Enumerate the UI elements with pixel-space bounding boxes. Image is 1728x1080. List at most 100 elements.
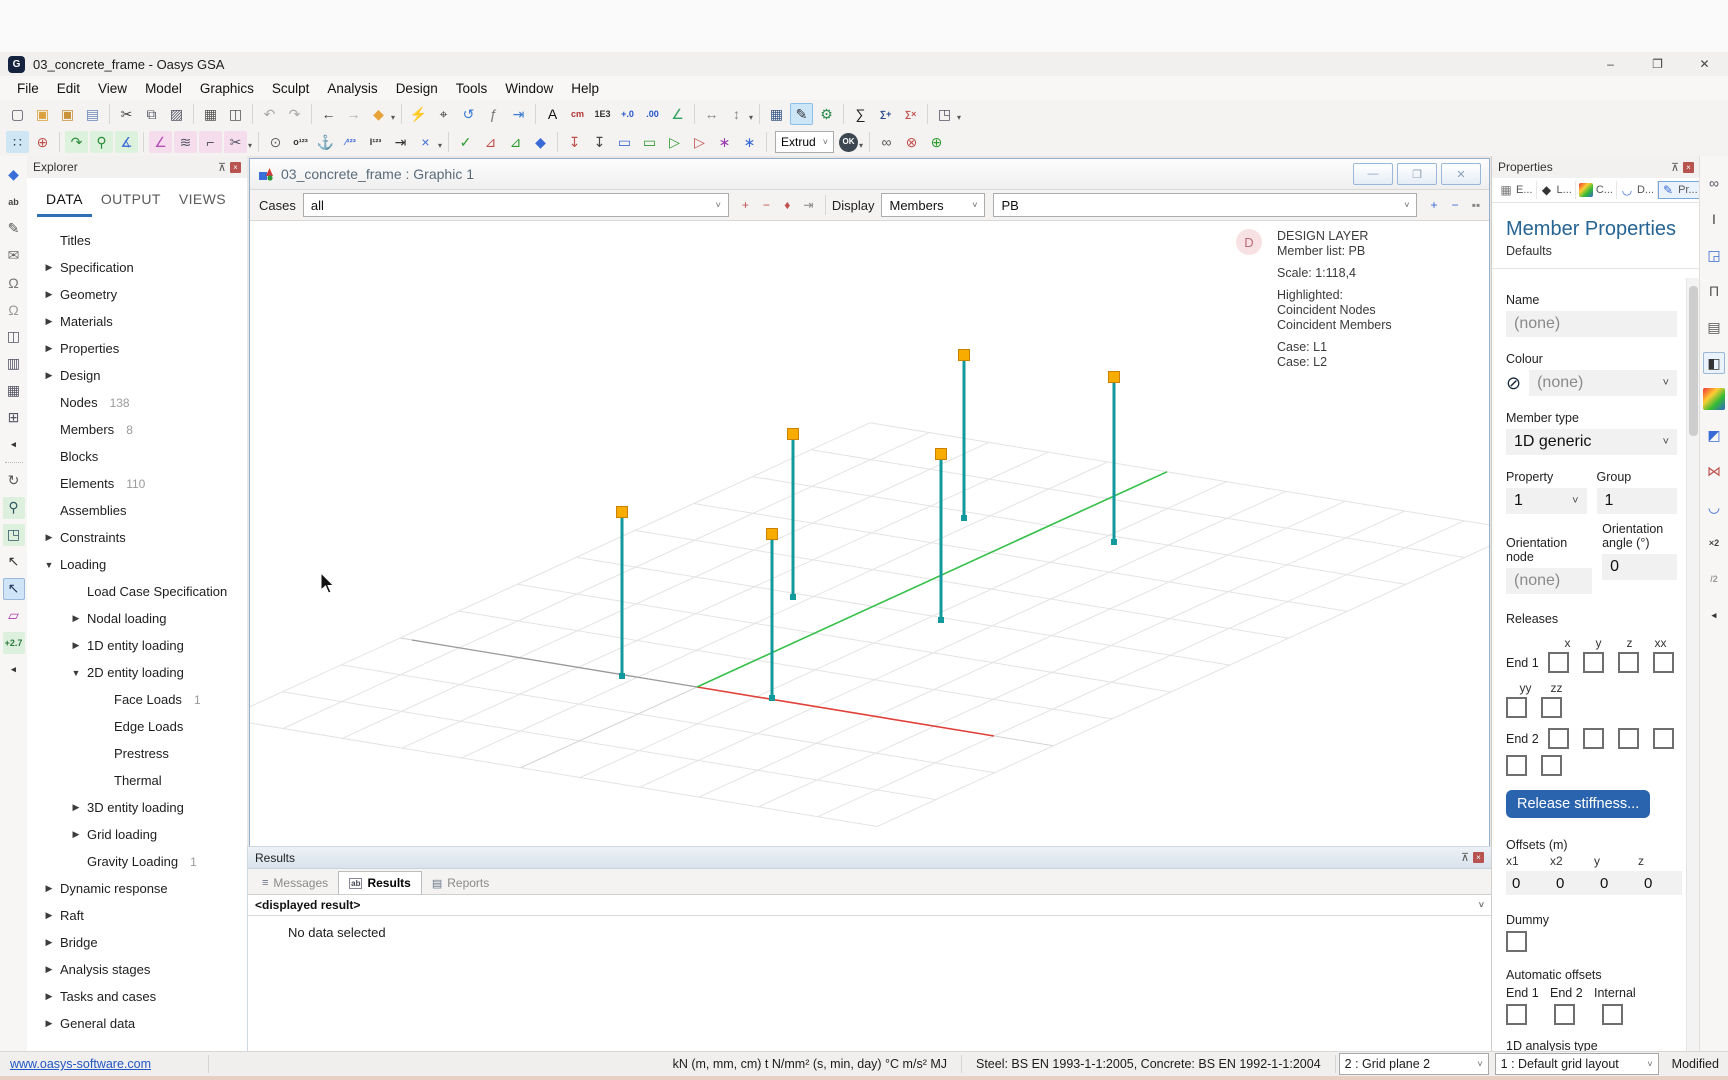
lock-icon[interactable]: Ω bbox=[3, 272, 25, 294]
case-remove-button[interactable]: − bbox=[756, 198, 777, 212]
tree-item-members[interactable]: Members8 bbox=[27, 416, 247, 443]
entity-add-button[interactable]: + bbox=[1423, 198, 1444, 212]
tree-item-general-data[interactable]: ▶General data bbox=[27, 1010, 247, 1037]
displayed-result-combo[interactable]: <displayed result> ˅ bbox=[248, 895, 1491, 916]
end2-release-checkbox[interactable] bbox=[1618, 728, 1639, 749]
paintbrush-icon[interactable]: ◆ bbox=[367, 103, 390, 125]
minimize-button[interactable]: – bbox=[1587, 52, 1634, 76]
tree-item-edge-loads[interactable]: Edge Loads bbox=[27, 713, 247, 740]
multi-load-blue-icon[interactable]: ∗ bbox=[738, 131, 761, 153]
patch-load-icon[interactable]: ▭ bbox=[613, 131, 636, 153]
entity-remove-button[interactable]: − bbox=[1444, 198, 1465, 212]
wand-icon[interactable]: ⚡ bbox=[407, 103, 430, 125]
menu-graphics[interactable]: Graphics bbox=[191, 79, 263, 98]
moment-red-icon[interactable]: ▷ bbox=[688, 131, 711, 153]
disjoin-nodes-icon[interactable]: ⊗ bbox=[900, 131, 923, 153]
close-panel-icon[interactable]: × bbox=[230, 162, 241, 173]
new-icon[interactable]: ▢ bbox=[6, 103, 29, 125]
unlock-icon[interactable]: Ω bbox=[3, 299, 25, 321]
link-nodes-icon[interactable]: ∞ bbox=[1703, 172, 1725, 194]
diagram-settings-icon[interactable]: ◩ bbox=[1703, 424, 1725, 446]
close-panel-icon[interactable]: × bbox=[1683, 162, 1694, 173]
menu-edit[interactable]: Edit bbox=[48, 79, 89, 98]
menu-window[interactable]: Window bbox=[496, 79, 562, 98]
tree-item-face-loads[interactable]: Face Loads1 bbox=[27, 686, 247, 713]
package-icon[interactable]: ▥ bbox=[3, 353, 25, 375]
support-display-icon[interactable]: ⚓ bbox=[314, 131, 337, 153]
tree-item-nodal-loading[interactable]: ▶Nodal loading bbox=[27, 605, 247, 632]
end2-release-checkbox[interactable] bbox=[1548, 728, 1569, 749]
tree-item-tasks-and-cases[interactable]: ▶Tasks and cases bbox=[27, 983, 247, 1010]
pin-icon[interactable]: ⊼ bbox=[1461, 851, 1469, 864]
oasys-website-link[interactable]: www.oasys-software.com bbox=[0, 1057, 208, 1071]
cut-section-icon[interactable]: ✂ bbox=[224, 131, 247, 153]
expander-icon[interactable]: ▶ bbox=[68, 802, 84, 813]
offset-field-x2[interactable]: 0 bbox=[1550, 871, 1594, 895]
tree-item-geometry[interactable]: ▶Geometry bbox=[27, 281, 247, 308]
close-panel-icon[interactable]: × bbox=[1473, 852, 1484, 863]
grid-layout-combo[interactable]: 1 : Default grid layout˅ bbox=[1495, 1053, 1659, 1075]
load-arrow-red-icon[interactable]: ↧ bbox=[563, 131, 586, 153]
display-diagram-green-icon[interactable]: ⊿ bbox=[504, 131, 527, 153]
dummy-checkbox[interactable] bbox=[1506, 931, 1527, 952]
element-numbers-icon[interactable]: ∕¹²³ bbox=[339, 131, 362, 153]
offset-field-x1[interactable]: 0 bbox=[1506, 871, 1550, 895]
moment-green-icon[interactable]: ▷ bbox=[663, 131, 686, 153]
expander-icon[interactable]: ▶ bbox=[41, 316, 57, 327]
cage-icon[interactable]: ▦ bbox=[3, 380, 25, 402]
collapse-right-icon[interactable]: ◂ bbox=[1703, 604, 1725, 626]
tree-item-properties[interactable]: ▶Properties bbox=[27, 335, 247, 362]
tab-properties[interactable]: ✎Pr... bbox=[1658, 181, 1700, 199]
zoom-target-icon[interactable]: ⊕ bbox=[31, 131, 54, 153]
expander-icon[interactable]: ▶ bbox=[41, 883, 57, 894]
graphics-canvas[interactable]: D DESIGN LAYERMember list: PBScale: 1:11… bbox=[250, 221, 1489, 847]
tree-item-2d-entity-loading[interactable]: ▼2D entity loading bbox=[27, 659, 247, 686]
tab-diagrams[interactable]: ◡D... bbox=[1617, 181, 1658, 199]
tree-item-dynamic-response[interactable]: ▶Dynamic response bbox=[27, 875, 247, 902]
expander-icon[interactable]: ▶ bbox=[41, 1018, 57, 1029]
zoom-search-icon[interactable]: ⚲ bbox=[3, 497, 25, 519]
member-type-combo[interactable]: 1D generic ˅ bbox=[1506, 429, 1677, 455]
exponent-icon[interactable]: 1E3 bbox=[591, 103, 614, 125]
tree-item-materials[interactable]: ▶Materials bbox=[27, 308, 247, 335]
analyse-ok-icon[interactable]: OK bbox=[839, 133, 858, 152]
multi-load-icon[interactable]: ∗ bbox=[713, 131, 736, 153]
menu-view[interactable]: View bbox=[89, 79, 136, 98]
name-field[interactable]: (none) bbox=[1506, 311, 1677, 337]
redo-icon[interactable]: ↷ bbox=[283, 103, 306, 125]
copy-icon[interactable]: ⧉ bbox=[140, 103, 163, 125]
case-add-button[interactable]: + bbox=[735, 198, 756, 212]
zoom-in-icon[interactable]: ⚲ bbox=[90, 131, 113, 153]
forward-icon[interactable]: → bbox=[342, 103, 365, 125]
local-axes-icon[interactable]: × bbox=[414, 131, 437, 153]
sculpt-pencil-icon[interactable]: ✎ bbox=[3, 218, 25, 240]
pin-icon[interactable]: ⊼ bbox=[1671, 161, 1679, 174]
measure-icon[interactable]: ∡ bbox=[115, 131, 138, 153]
scale-x2-icon[interactable]: ×2 bbox=[1703, 532, 1725, 554]
units-icon[interactable]: cm bbox=[566, 103, 589, 125]
entity-list-combo[interactable]: PB˅ bbox=[993, 193, 1417, 217]
expander-icon[interactable]: ▶ bbox=[41, 991, 57, 1002]
expander-icon[interactable]: ▶ bbox=[41, 262, 57, 273]
group-field[interactable]: 1 bbox=[1597, 488, 1678, 514]
dropdown-arrow-icon[interactable]: ▾ bbox=[438, 141, 442, 150]
section-step-icon[interactable]: ⌐ bbox=[199, 131, 222, 153]
contour-gradient-icon[interactable]: ▨ bbox=[1703, 388, 1725, 410]
dropdown-arrow-icon[interactable]: ▾ bbox=[391, 113, 395, 122]
end2-release-checkbox[interactable] bbox=[1583, 728, 1604, 749]
extrude-combo[interactable]: Extrud˅ bbox=[775, 131, 834, 153]
grid-coord-icon[interactable]: +2.7 bbox=[3, 632, 25, 654]
dropdown-arrow-icon[interactable]: ▾ bbox=[248, 141, 252, 150]
expander-icon[interactable]: ▼ bbox=[41, 560, 57, 570]
expander-icon[interactable]: ▶ bbox=[68, 640, 84, 651]
child-restore-button[interactable]: ❐ bbox=[1397, 163, 1437, 185]
graphic-edit-icon[interactable]: ✎ bbox=[790, 103, 813, 125]
tree-item-3d-entity-loading[interactable]: ▶3D entity loading bbox=[27, 794, 247, 821]
display-diagram-red-icon[interactable]: ⊿ bbox=[479, 131, 502, 153]
close-button[interactable]: ✕ bbox=[1681, 52, 1728, 76]
remove-decimal-icon[interactable]: .00 bbox=[641, 103, 664, 125]
menu-file[interactable]: File bbox=[8, 79, 48, 98]
node-display-icon[interactable]: ⊙ bbox=[264, 131, 287, 153]
import-icon[interactable]: ▣ bbox=[56, 103, 79, 125]
expander-icon[interactable]: ▶ bbox=[68, 829, 84, 840]
